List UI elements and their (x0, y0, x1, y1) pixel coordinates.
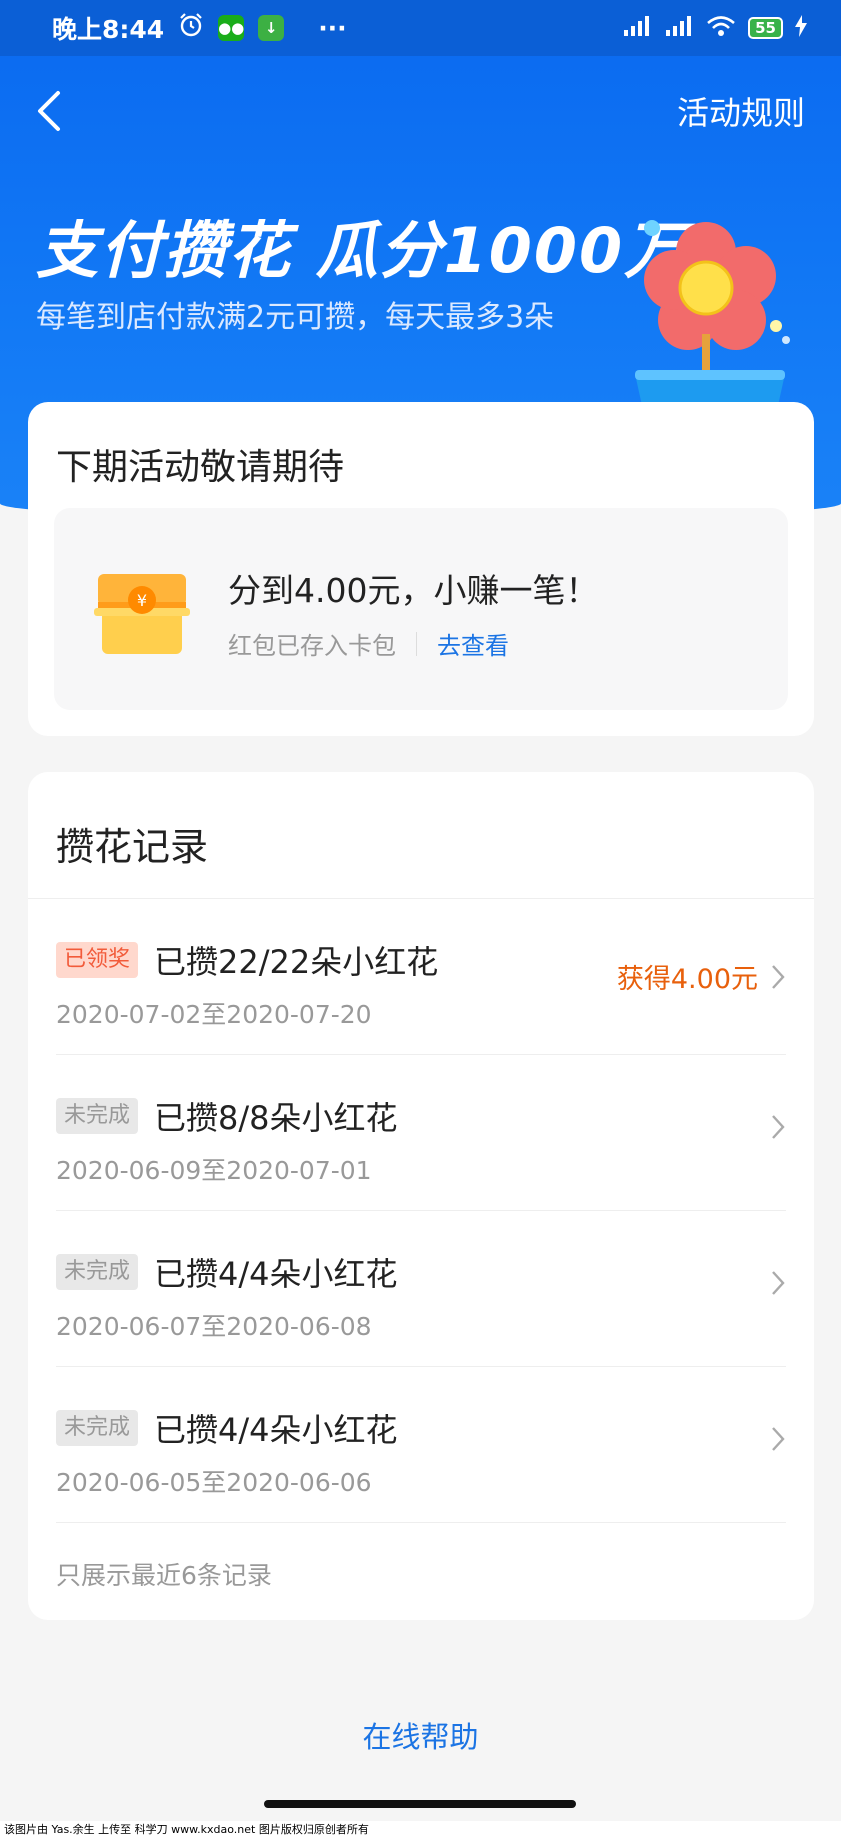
reward-saved-text: 红包已存入卡包 (228, 632, 396, 660)
chevron-right-icon (772, 1427, 785, 1451)
treasure-chest-icon: ¥ (94, 574, 190, 654)
next-activity-title: 下期活动敬请期待 (56, 447, 345, 488)
charging-icon (795, 15, 807, 41)
next-activity-card: 下期活动敬请期待 ¥ 分到4.00元，小赚一笔！ 红包已存入卡包 去查看 (28, 402, 814, 736)
records-card: 攒花记录 已领奖 已攒22/22朵小红花 2020-07-02至2020-07-… (28, 772, 814, 1620)
record-title: 已攒4/4朵小红花 (154, 1255, 398, 1293)
reward-amount-text: 分到4.00元，小赚一笔！ (228, 571, 599, 610)
rules-link[interactable]: 活动规则 (677, 88, 805, 134)
records-title: 攒花记录 (56, 825, 209, 869)
record-reward: 获得4.00元 (616, 964, 758, 995)
record-title: 已攒8/8朵小红花 (154, 1099, 398, 1137)
divider (416, 631, 417, 656)
record-row[interactable]: 未完成 已攒4/4朵小红花 2020-06-05至2020-06-06 (56, 1367, 786, 1523)
status-bar: 晚上8:44 ●● ↓ ··· 55 (0, 0, 841, 56)
flower-illustration (635, 220, 790, 410)
status-badge: 已领奖 (56, 942, 139, 978)
record-row[interactable]: 未完成 已攒4/4朵小红花 2020-06-07至2020-06-08 (56, 1211, 786, 1367)
watermark-text: 该图片由 Yas.余生 上传至 科学刀 www.kxdao.net 图片版权归原… (0, 1821, 841, 1839)
svg-text:¥: ¥ (137, 591, 147, 610)
record-date: 2020-07-02至2020-07-20 (56, 1000, 372, 1029)
status-badge: 未完成 (56, 1410, 139, 1446)
top-nav: 活动规则 (0, 56, 841, 166)
record-row[interactable]: 未完成 已攒8/8朵小红花 2020-06-09至2020-07-01 (56, 1055, 786, 1211)
record-row[interactable]: 已领奖 已攒22/22朵小红花 2020-07-02至2020-07-20 获得… (56, 899, 786, 1055)
home-indicator[interactable] (264, 1800, 576, 1808)
view-wallet-link[interactable]: 去查看 (437, 626, 509, 661)
more-dots: ··· (318, 13, 347, 43)
record-title: 已攒22/22朵小红花 (154, 943, 439, 981)
reward-sub: 红包已存入卡包 去查看 (228, 626, 509, 661)
back-button[interactable] (36, 86, 76, 136)
reward-box: ¥ 分到4.00元，小赚一笔！ 红包已存入卡包 去查看 (54, 508, 788, 710)
status-badge: 未完成 (56, 1254, 139, 1290)
battery-indicator: 55 (748, 17, 783, 39)
wifi-icon (706, 14, 736, 42)
records-footnote: 只展示最近6条记录 (56, 1561, 272, 1590)
signal-icon-2 (664, 14, 694, 42)
alarm-icon (178, 12, 204, 44)
signal-icon (622, 14, 652, 42)
online-help-link[interactable]: 在线帮助 (0, 1714, 841, 1756)
chevron-right-icon (772, 1115, 785, 1139)
hero-title: 支付攒花 瓜分1000万 (36, 214, 689, 287)
record-date: 2020-06-05至2020-06-06 (56, 1468, 372, 1497)
chevron-right-icon (772, 964, 785, 989)
chevron-left-icon (38, 91, 60, 131)
download-icon: ↓ (258, 15, 285, 41)
hero-subtitle: 每笔到店付款满2元可攒，每天最多3朵 (36, 300, 555, 335)
record-title: 已攒4/4朵小红花 (154, 1411, 398, 1449)
wechat-icon: ●● (218, 15, 244, 41)
status-time: 晚上8:44 (52, 15, 165, 44)
chevron-right-icon (772, 1271, 785, 1295)
record-date: 2020-06-09至2020-07-01 (56, 1156, 372, 1185)
status-badge: 未完成 (56, 1098, 139, 1134)
record-date: 2020-06-07至2020-06-08 (56, 1312, 372, 1341)
